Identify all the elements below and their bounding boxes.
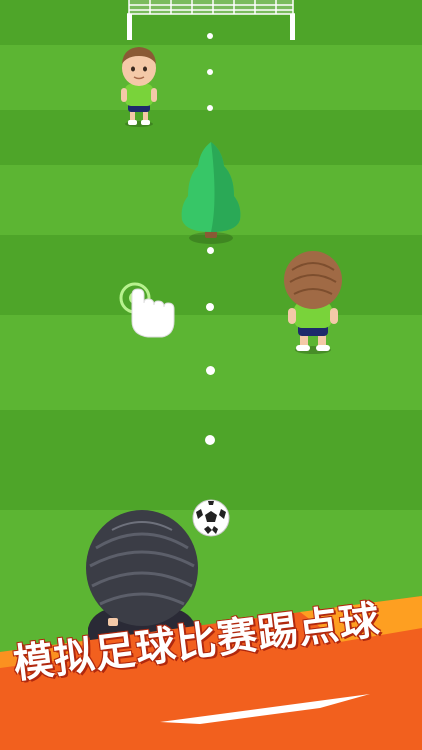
aim-dot [206, 246, 214, 254]
tap-hand-icon [119, 282, 175, 338]
aim-dot [207, 69, 213, 75]
field-stripe [0, 315, 422, 410]
defender-player [284, 251, 342, 354]
field-stripe [0, 510, 422, 750]
game-scene[interactable]: 模拟足球比赛踢点球 [0, 0, 422, 750]
field-stripe [0, 45, 422, 110]
aim-dot [207, 33, 213, 39]
aim-dot [205, 365, 215, 375]
kicker-player [86, 510, 198, 658]
tree-icon [181, 142, 241, 244]
defender-player [121, 47, 157, 127]
aim-dot [206, 303, 214, 311]
field-stripe [0, 410, 422, 510]
aim-dot [207, 105, 213, 111]
aim-dot [205, 435, 215, 445]
